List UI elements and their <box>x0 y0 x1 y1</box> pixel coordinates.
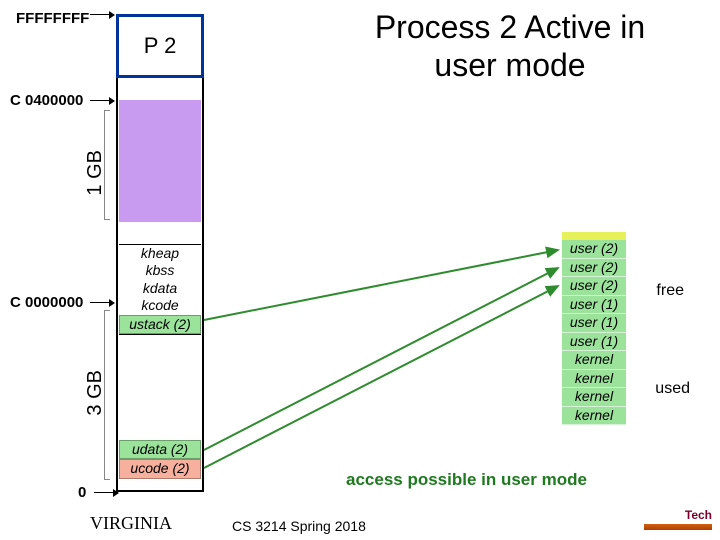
vt-logo: Tech <box>622 508 712 532</box>
frame-row: kernel <box>562 370 626 389</box>
frame-row: user (2) <box>562 232 626 259</box>
kernel-segments: kheap kbss kdata kcode ustack (2) <box>119 244 201 335</box>
footer-course: CS 3214 Spring 2018 <box>232 518 366 534</box>
label-3gb: 3 GB <box>84 370 107 416</box>
addr-zero: 0 <box>78 484 86 501</box>
frame-row: kernel <box>562 388 626 407</box>
frame-table: user (2) user (2) user (2) user (1) user… <box>562 232 626 425</box>
seg-kheap: kheap <box>119 245 201 262</box>
frame-row: user (1) <box>562 314 626 333</box>
seg-ustack: ustack (2) <box>119 315 201 334</box>
seg-kdata: kdata <box>119 280 201 297</box>
seg-udata: udata (2) <box>119 440 201 459</box>
label-free: free <box>656 282 684 300</box>
label-1gb: 1 GB <box>84 150 107 196</box>
slide-title: Process 2 Active in user mode <box>340 8 680 85</box>
access-mode-text: access possible in user mode <box>346 470 587 490</box>
seg-kbss: kbss <box>119 262 201 279</box>
arrow-marker-icon <box>94 492 118 493</box>
frame-row: user (1) <box>562 296 626 315</box>
frame-row: kernel <box>562 351 626 370</box>
addr-ffffffff: FFFFFFFF <box>16 10 89 27</box>
user-segments: udata (2) ucode (2) <box>119 440 201 479</box>
addr-c0000000: C 0000000 <box>10 294 83 311</box>
frame-row: user (2) <box>562 259 626 278</box>
seg-ucode: ucode (2) <box>119 459 201 478</box>
arrow-marker-icon <box>90 302 114 303</box>
unused-kernel-region <box>119 100 201 222</box>
arrow-marker-icon <box>90 14 114 15</box>
seg-kcode: kcode <box>119 297 201 314</box>
frame-row: user (2) <box>562 277 626 296</box>
label-used: used <box>655 380 690 398</box>
frame-row: kernel <box>562 407 626 426</box>
virginia-logo: VIRGINIA <box>90 513 172 534</box>
arrow-marker-icon <box>90 100 114 101</box>
addr-c0400000: C 0400000 <box>10 92 83 109</box>
process-2-box: P 2 <box>116 14 204 78</box>
frame-row: user (1) <box>562 333 626 352</box>
